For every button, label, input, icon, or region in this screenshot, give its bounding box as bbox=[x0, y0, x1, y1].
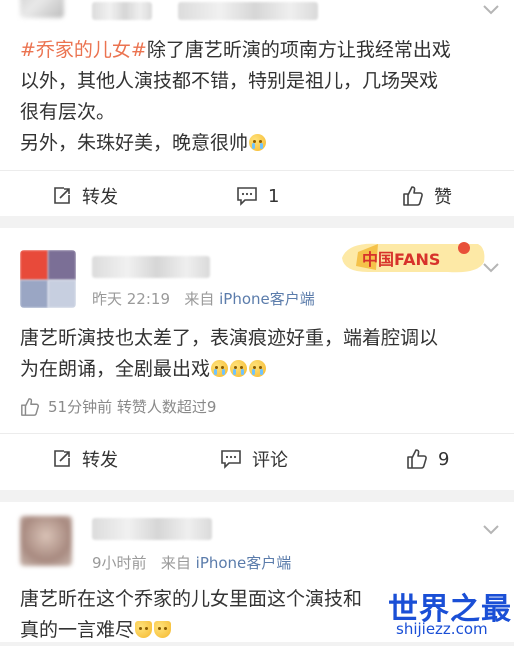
chevron-down-icon[interactable] bbox=[482, 262, 500, 274]
post-text-line: 唐艺昕在这个乔家的儿女里面这个演技和 bbox=[20, 588, 363, 610]
chevron-down-icon[interactable] bbox=[482, 4, 500, 16]
crying-emoji-icon bbox=[249, 134, 267, 151]
post-text-line: 除了唐艺昕演的项南方让我经常出戏 bbox=[146, 39, 451, 61]
cat-emoji-icon bbox=[135, 621, 153, 638]
comment-button[interactable]: 1 bbox=[236, 171, 279, 221]
post-from: 来自 bbox=[184, 290, 215, 308]
repost-label: 转发 bbox=[82, 450, 118, 471]
repost-label: 转发 bbox=[82, 187, 118, 208]
avatar-pixel bbox=[48, 280, 76, 308]
username-blurred bbox=[178, 2, 318, 20]
crying-emoji-icon bbox=[249, 360, 267, 377]
post-text-line: 真的一言难尽 bbox=[20, 619, 135, 641]
like-button[interactable]: 9 bbox=[406, 434, 449, 484]
like-count: 9 bbox=[438, 448, 450, 470]
post-meta: 昨天 22:19 来自 iPhone客户端 bbox=[92, 288, 315, 309]
fans-badge-text: 中国FANS bbox=[362, 250, 440, 269]
post-text-line: 以外，其他人演技都不错，特别是祖儿，几场哭戏 bbox=[20, 70, 439, 92]
like-icon bbox=[407, 449, 427, 469]
username-blurred[interactable] bbox=[92, 518, 212, 540]
repost-button[interactable]: 转发 bbox=[52, 171, 118, 221]
comment-icon bbox=[237, 187, 257, 206]
username-blurred[interactable] bbox=[92, 2, 152, 20]
post-text-line: 很有层次。 bbox=[20, 101, 116, 123]
post-time: 昨天 22:19 bbox=[92, 290, 170, 308]
post-card-2: 昨天 22:19 来自 iPhone客户端 中国FANS 唐艺昕演技也太差了，表… bbox=[0, 228, 514, 490]
like-button[interactable]: 赞 bbox=[402, 171, 452, 221]
site-watermark: 世界之最 shijiezz.com bbox=[388, 584, 514, 642]
comment-count: 1 bbox=[268, 185, 280, 207]
post-from: 来自 bbox=[160, 554, 191, 572]
comment-icon bbox=[221, 450, 241, 469]
like-icon bbox=[403, 186, 423, 206]
avatar[interactable] bbox=[20, 250, 76, 308]
avatar[interactable] bbox=[20, 0, 64, 18]
like-summary-text: 51分钟前 转赞人数超过9 bbox=[48, 398, 217, 416]
post-text: #乔家的儿女#除了唐艺昕演的项南方让我经常出戏 以外，其他人演技都不错，特别是祖… bbox=[20, 35, 500, 159]
avatar-pixel bbox=[20, 280, 48, 308]
avatar-pixel bbox=[48, 250, 76, 280]
crying-emoji-icon bbox=[230, 360, 248, 377]
avatar-pixel bbox=[20, 250, 48, 280]
comment-button[interactable]: 评论 bbox=[220, 434, 288, 484]
repost-button[interactable]: 转发 bbox=[52, 434, 118, 484]
post-time: 9小时前 bbox=[92, 554, 147, 572]
like-summary[interactable]: 51分钟前 转赞人数超过9 bbox=[20, 396, 216, 417]
post-meta: 9小时前 来自 iPhone客户端 bbox=[92, 552, 291, 573]
like-icon bbox=[21, 397, 40, 416]
post-source-link[interactable]: iPhone客户端 bbox=[219, 290, 315, 308]
cat-emoji-icon bbox=[154, 621, 172, 638]
comment-label: 评论 bbox=[252, 450, 288, 471]
username-blurred[interactable] bbox=[92, 256, 210, 278]
post-text: 唐艺昕演技也太差了，表演痕迹好重，端着腔调以 为在朗诵，全剧最出戏 bbox=[20, 323, 500, 385]
post-text-line: 另外，朱珠好美，晚意很帅 bbox=[20, 132, 249, 154]
repost-icon bbox=[54, 450, 70, 467]
chevron-down-icon[interactable] bbox=[482, 524, 500, 536]
watermark-url: shijiezz.com bbox=[396, 620, 488, 638]
avatar[interactable] bbox=[20, 516, 72, 566]
fans-badge: 中国FANS bbox=[342, 242, 485, 273]
post-source-link[interactable]: iPhone客户端 bbox=[196, 554, 292, 572]
action-bar: 转发 1 赞 bbox=[0, 170, 514, 221]
post-text-line: 为在朗诵，全剧最出戏 bbox=[20, 358, 211, 380]
like-label: 赞 bbox=[434, 187, 452, 208]
post-card-1: #乔家的儿女#除了唐艺昕演的项南方让我经常出戏 以外，其他人演技都不错，特别是祖… bbox=[0, 0, 514, 216]
topic-tag[interactable]: #乔家的儿女# bbox=[20, 39, 147, 61]
repost-icon bbox=[54, 187, 70, 204]
action-bar: 转发 评论 9 bbox=[0, 433, 514, 484]
post-text-line: 唐艺昕演技也太差了，表演痕迹好重，端着腔调以 bbox=[20, 327, 439, 349]
crying-emoji-icon bbox=[211, 360, 229, 377]
